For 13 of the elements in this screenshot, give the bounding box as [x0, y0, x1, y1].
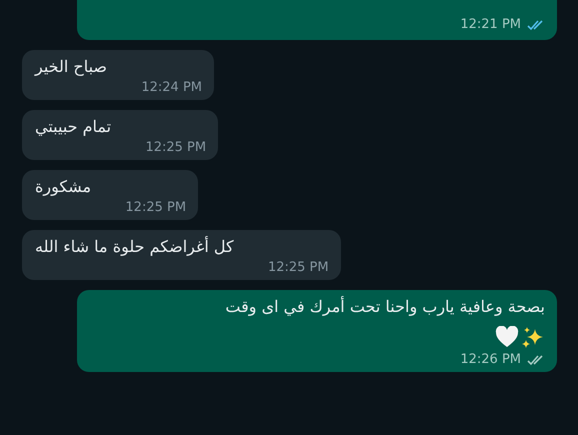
message-text: مشكورة — [35, 176, 92, 198]
message-time: 12:25 PM — [145, 140, 206, 155]
heart-icon — [495, 326, 519, 348]
message-text: صباح الخير — [35, 56, 108, 78]
message-time: 12:25 PM — [125, 200, 186, 215]
message-text: تمام حبيبتي — [35, 116, 112, 138]
message-text: بصحة وعافية يارب واحنا تحت أمرك في اى وقت — [224, 296, 545, 318]
message-time: 12:24 PM — [141, 80, 202, 95]
sparkles-icon — [521, 326, 545, 350]
message-time: 12:26 PM — [460, 352, 521, 367]
message-text: كل أغراضكم حلوة ما شاء الله — [35, 236, 234, 258]
message-time: 12:25 PM — [268, 260, 329, 275]
message-time: 12:21 PM — [460, 17, 521, 32]
